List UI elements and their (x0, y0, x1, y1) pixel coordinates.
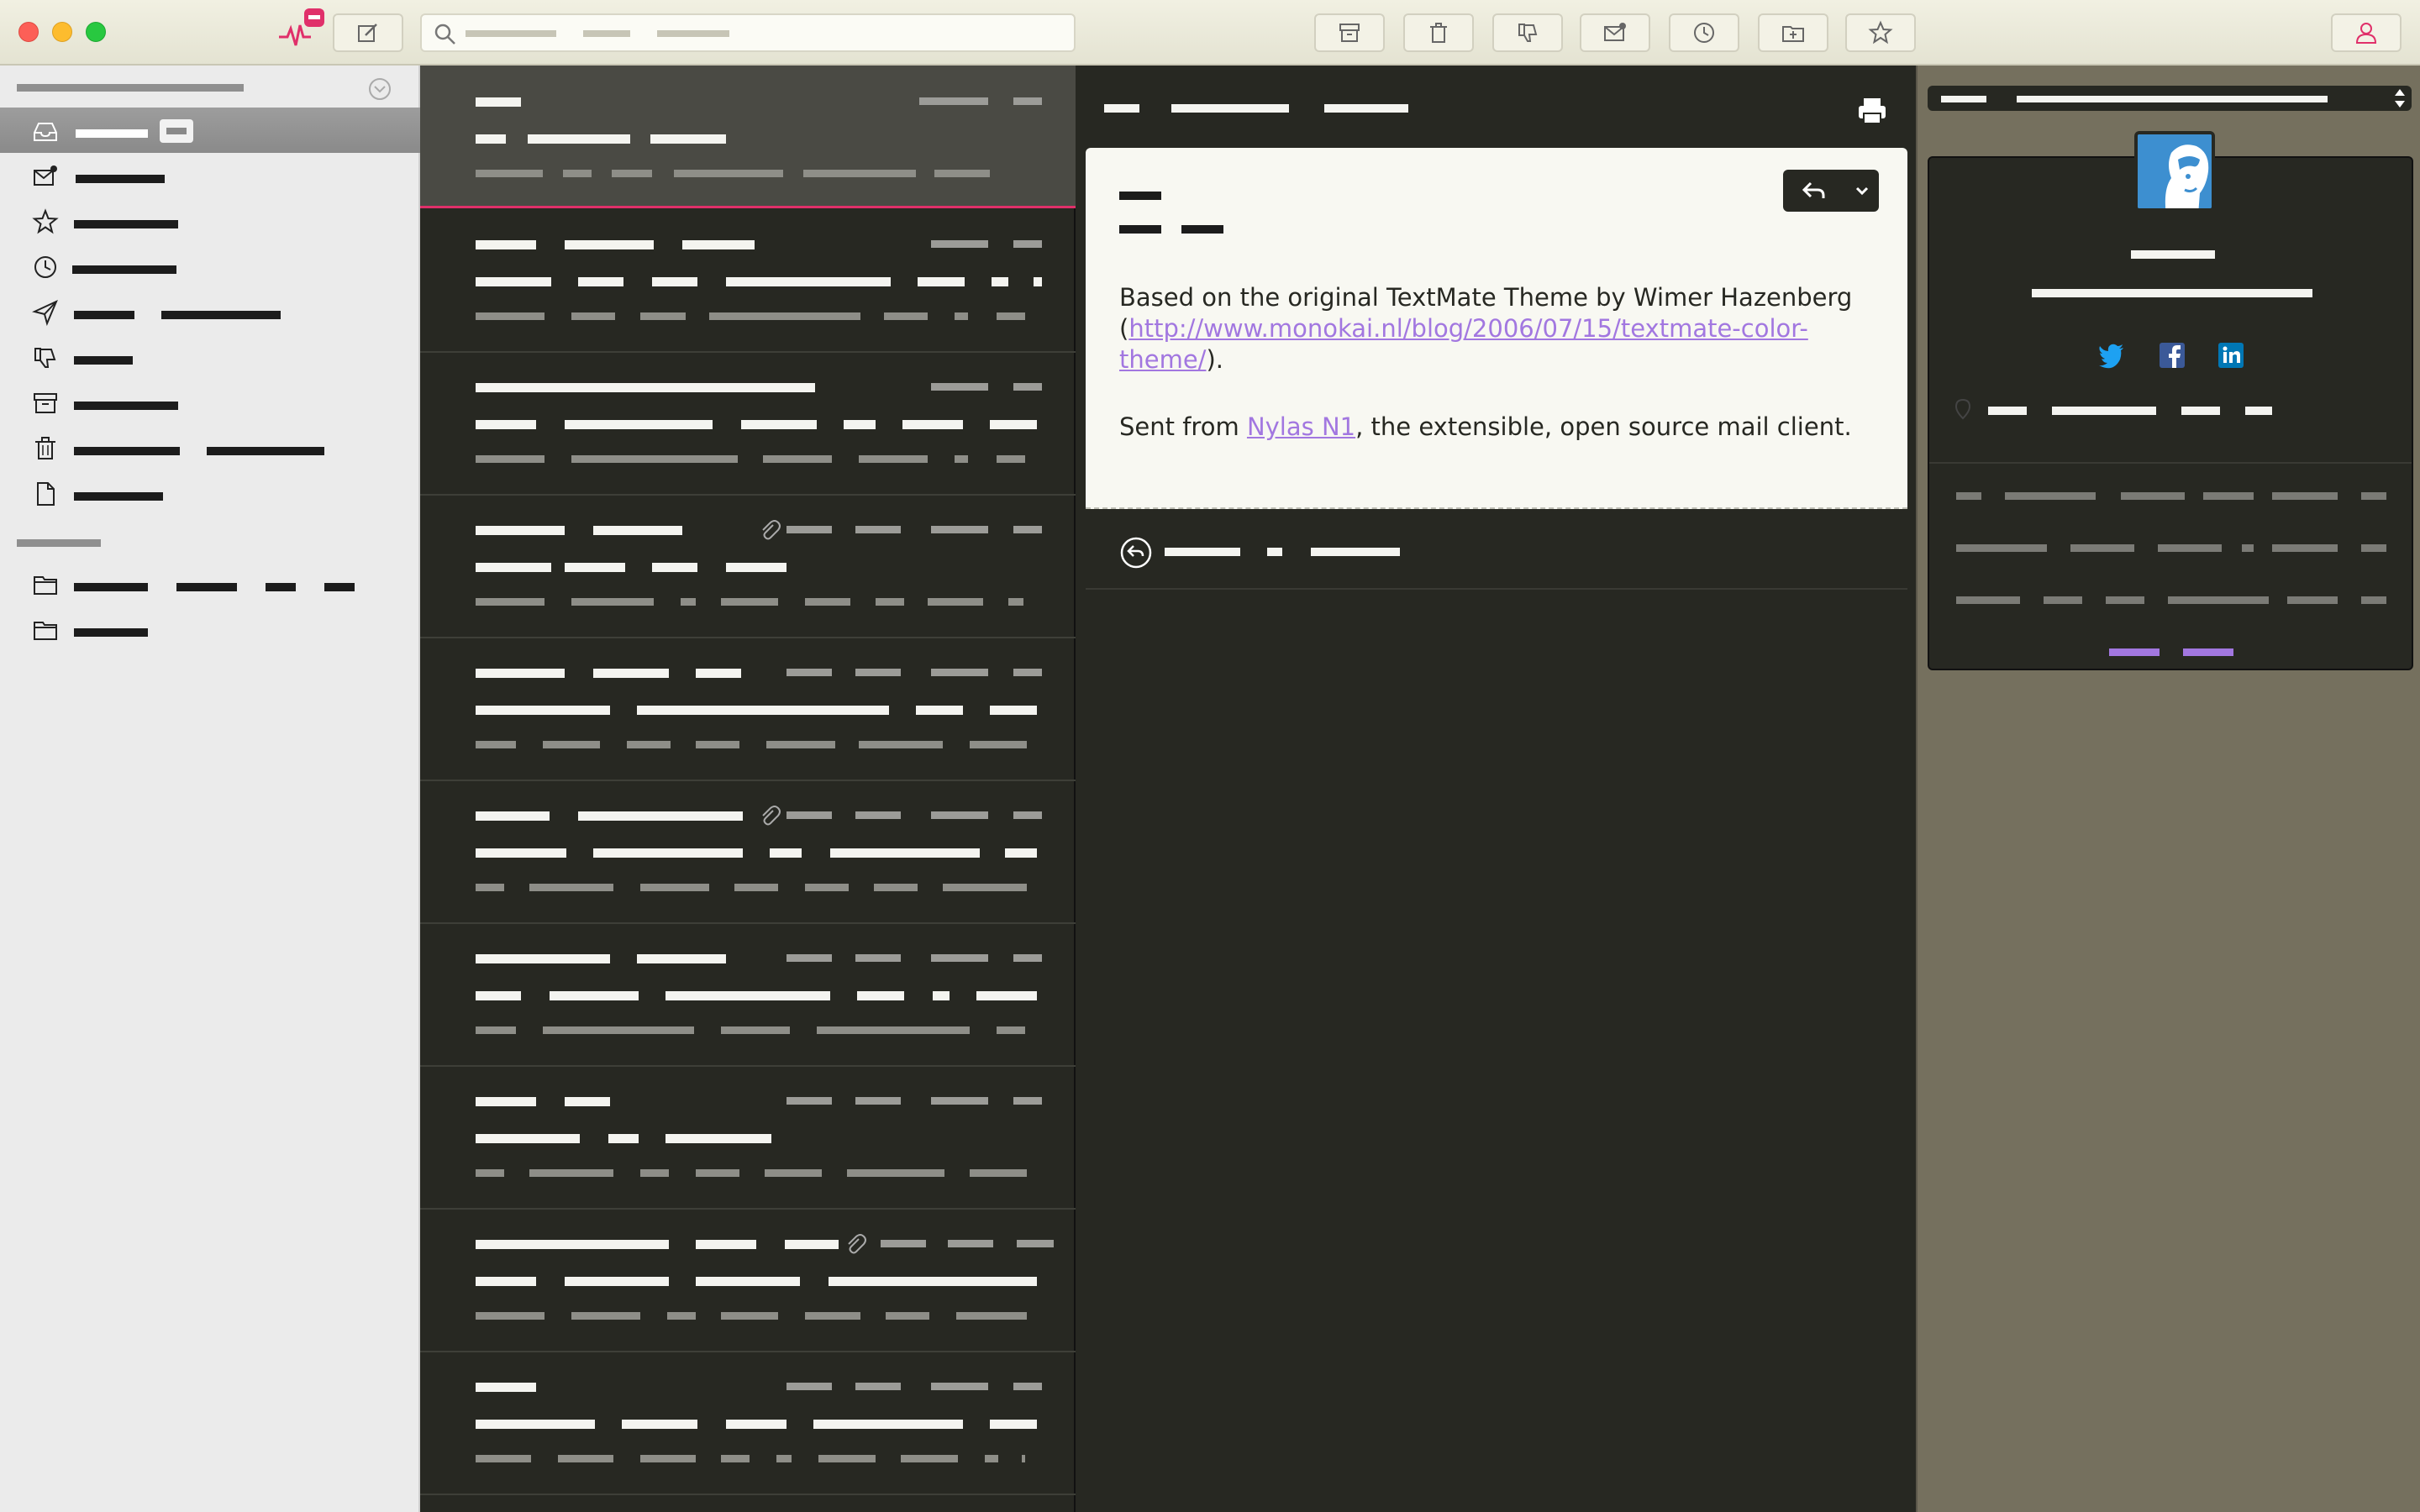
sent-prefix: Sent from (1119, 412, 1247, 441)
reply-button[interactable] (1783, 170, 1845, 212)
location-icon (1954, 398, 1971, 420)
close-window-button[interactable] (18, 22, 39, 42)
nylas-link[interactable]: Nylas N1 (1247, 412, 1355, 441)
thread-item[interactable] (420, 1352, 1076, 1495)
contact-email (2032, 289, 2312, 297)
sidebar-item-inbox[interactable] (0, 108, 420, 153)
account-icon (2355, 23, 2377, 44)
sidebar-folder-item[interactable] (0, 561, 420, 606)
twitter-icon[interactable] (2097, 341, 2126, 370)
sidebar-folder-item[interactable] (0, 606, 420, 652)
body-paren-close: ). (1206, 345, 1224, 374)
body-line: (http://www.monokai.nl/blog/2006/07/15/t… (1119, 313, 1876, 375)
reply-options-button[interactable] (1845, 170, 1879, 212)
clock-icon (34, 256, 56, 278)
star-icon (1868, 20, 1893, 45)
print-button[interactable] (1855, 94, 1889, 128)
star-button[interactable] (1845, 13, 1916, 52)
thread-item[interactable] (420, 66, 1076, 208)
thread-item[interactable] (420, 924, 1076, 1067)
folders-section-header (17, 539, 101, 547)
avatar (2134, 131, 2215, 212)
sidebar-item-snoozed[interactable] (0, 244, 420, 289)
paper-plane-icon (32, 300, 58, 326)
folder-icon (34, 622, 57, 640)
account-select[interactable] (1928, 86, 2412, 111)
sidebar-item-archive[interactable] (0, 380, 420, 425)
message-signature: Sent from Nylas N1, the extensible, open… (1119, 412, 1876, 443)
star-icon (32, 208, 59, 234)
archive-icon (34, 393, 57, 413)
toolbar (0, 0, 2420, 66)
mark-button[interactable] (1580, 13, 1650, 52)
thread-item[interactable] (420, 638, 1076, 781)
search-icon (434, 24, 455, 45)
snooze-button[interactable] (1669, 13, 1739, 52)
clock-icon (1694, 23, 1714, 43)
sidebar-item-spam[interactable] (0, 334, 420, 380)
thread-item[interactable] (420, 210, 1076, 353)
paperclip-icon (762, 520, 781, 540)
message-card: Based on the original TextMate Theme by … (1086, 148, 1907, 509)
linkedin-icon[interactable] (2217, 341, 2245, 370)
search-box[interactable] (420, 13, 1076, 52)
printer-icon (1859, 98, 1886, 124)
sent-suffix: , the extensible, open source mail clien… (1355, 412, 1852, 441)
select-arrows-icon (2395, 89, 2405, 108)
minimize-window-button[interactable] (52, 22, 72, 42)
paperclip-icon (848, 1234, 866, 1254)
message-body: Based on the original TextMate Theme by … (1119, 282, 1876, 375)
move-to-folder-button[interactable] (1758, 13, 1828, 52)
activity-icon[interactable] (277, 8, 324, 50)
chevron-down-icon (1855, 186, 1869, 196)
thread-item[interactable] (420, 496, 1076, 638)
contact-card (1928, 131, 2413, 670)
unread-count-badge (160, 119, 193, 143)
thumbs-down-icon (1518, 24, 1538, 42)
body-paren-open: ( (1119, 314, 1129, 343)
reply-circle-icon (1120, 537, 1152, 569)
message-pane: Based on the original TextMate Theme by … (1077, 66, 1916, 1512)
thread-item[interactable] (420, 353, 1076, 496)
thread-list (420, 66, 1076, 1512)
sidebar-item-drafts[interactable] (0, 470, 420, 516)
sidebar-item-unread[interactable] (0, 153, 420, 198)
zoom-window-button[interactable] (86, 22, 106, 42)
reply-split-button[interactable] (1783, 170, 1879, 212)
trash-icon (1430, 23, 1447, 43)
contact-sidebar (1916, 66, 2420, 1512)
folder-icon (34, 576, 57, 595)
contact-name (2131, 250, 2215, 259)
body-line: Based on the original TextMate Theme by … (1119, 283, 1853, 312)
paperclip-icon (762, 806, 781, 826)
archive-button[interactable] (1314, 13, 1385, 52)
inbox-icon (34, 123, 57, 141)
compose-icon (358, 24, 377, 42)
archive-icon (1339, 24, 1360, 42)
trash-button[interactable] (1403, 13, 1474, 52)
facebook-icon[interactable] (2158, 341, 2186, 370)
account-button[interactable] (2331, 13, 2402, 52)
sidebar (0, 66, 420, 1512)
spam-button[interactable] (1492, 13, 1563, 52)
sidebar-item-starred[interactable] (0, 198, 420, 244)
thread-item[interactable] (420, 1067, 1076, 1210)
sidebar-item-trash[interactable] (0, 425, 420, 470)
trash-icon (35, 437, 55, 459)
thread-item[interactable] (420, 781, 1076, 924)
search-input[interactable] (469, 20, 1057, 47)
sidebar-item-sent[interactable] (0, 289, 420, 334)
account-section-header (17, 84, 244, 92)
thumbs-down-icon (34, 348, 56, 368)
envelope-icon (34, 165, 57, 186)
reply-footer[interactable] (1086, 512, 1907, 590)
collapse-chevron-icon[interactable] (368, 77, 392, 101)
document-icon (37, 482, 55, 506)
compose-button[interactable] (333, 13, 403, 52)
mark-icon (1604, 23, 1626, 41)
folder-move-icon (1782, 26, 1804, 42)
unread-badge (304, 8, 324, 27)
reply-icon (1802, 181, 1825, 198)
thread-item[interactable] (420, 1210, 1076, 1352)
